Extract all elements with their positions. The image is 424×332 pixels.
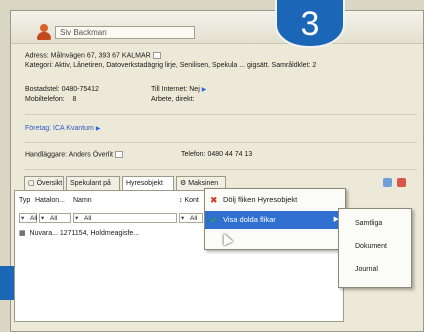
column-typ[interactable]: Typ: [19, 197, 30, 204]
menu-hide-tab[interactable]: ✖ Dölj fliken Hyresobjekt: [205, 191, 345, 209]
submenu-samtliga[interactable]: Samtliga: [339, 214, 411, 234]
column-hatalon[interactable]: Hatalon...: [35, 197, 65, 204]
tab-oversikt[interactable]: ▢ Översikt: [24, 176, 64, 190]
edge-marker: [0, 266, 14, 300]
hidden-tabs-submenu: Samtliga Dokument Journal: [338, 208, 412, 288]
internet-line: Till Internet: Nej ▶: [151, 86, 207, 93]
name-field[interactable]: Siv Backman: [55, 26, 195, 39]
category-line: Kategori: Aktiv, Lånetiren, Datoverkstad…: [25, 62, 317, 69]
refresh-icon[interactable]: [382, 178, 392, 187]
tab-hyresobjekt[interactable]: Hyresobjekt: [122, 176, 174, 191]
column-kont[interactable]: ↕ Kont: [179, 197, 199, 204]
filter-namn[interactable]: All: [73, 213, 177, 223]
handler-line: Handläggare: Anders Överlit: [25, 151, 123, 158]
address-edit-button[interactable]: [152, 52, 161, 59]
company-link[interactable]: Företag: ICA Kvantum: [25, 125, 94, 132]
telephone-line: Telefon: 0480 44 74 13: [181, 151, 253, 158]
column-namn[interactable]: Namn: [73, 197, 92, 204]
filter-kont[interactable]: All: [179, 213, 203, 223]
checkmark-icon: ✔: [210, 215, 218, 225]
header-bar: Siv Backman: [11, 11, 423, 44]
close-icon[interactable]: [397, 178, 406, 187]
submenu-journal[interactable]: Journal: [339, 260, 411, 280]
arrow-right-icon[interactable]: ▶: [96, 126, 101, 132]
tab-spekulant[interactable]: Spekulant på: [66, 176, 120, 190]
company-line: Företag: ICA Kvantum ▶: [25, 125, 100, 132]
work-phone: Arbete, direkt:: [151, 96, 195, 103]
person-icon: [37, 24, 51, 40]
arrow-right-icon[interactable]: ▶: [202, 87, 207, 93]
table-row[interactable]: ▦ Nuvara... 1271154, Holdmeagisfe...: [19, 229, 139, 237]
house-icon: ▦: [19, 230, 26, 237]
menu-show-hidden-tabs[interactable]: ✔ Visa dolda flikar ▶: [205, 211, 345, 229]
submenu-dokument[interactable]: Dokument: [339, 237, 411, 257]
tab-actions: [380, 178, 406, 189]
filter-hatalon[interactable]: All: [39, 213, 71, 223]
mobile-line: Mobiltelefon: 8: [25, 96, 77, 103]
handler-edit-button[interactable]: [114, 151, 123, 158]
filter-typ[interactable]: All: [19, 213, 37, 223]
step-number-badge: 3: [275, 0, 345, 48]
address-line: Adress: Målnvägen 67, 393 67 KALMAR: [25, 52, 161, 59]
close-x-icon: ✖: [210, 195, 218, 205]
home-phone: Bostadstel: 0480-75412: [25, 86, 99, 93]
